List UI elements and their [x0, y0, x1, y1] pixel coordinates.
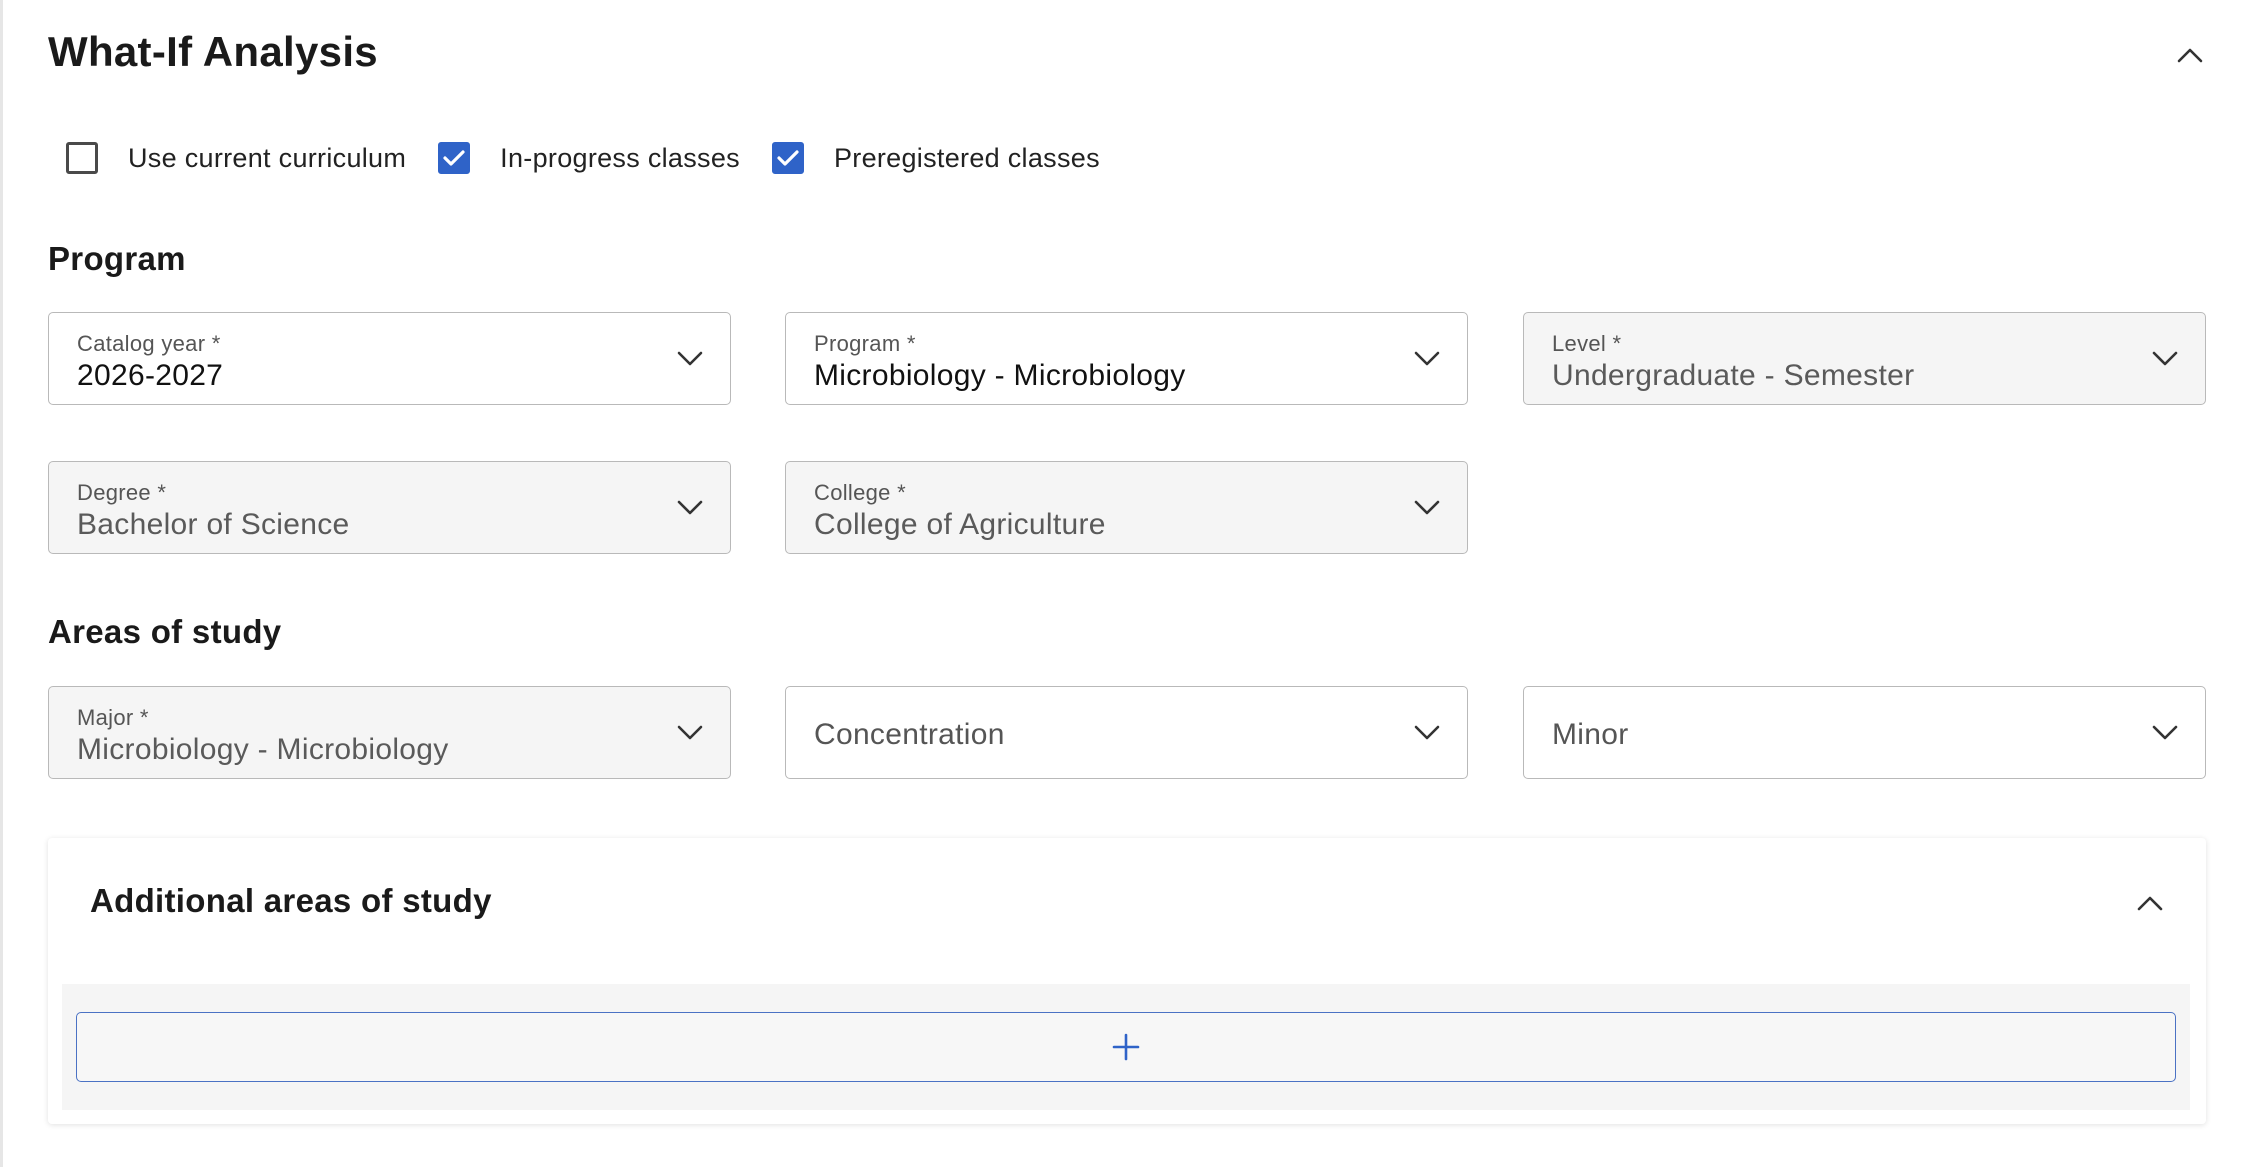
chevron-up-icon: [2177, 48, 2203, 63]
field-label: Level *: [1552, 331, 1622, 356]
minor-select[interactable]: Minor: [1523, 686, 2206, 779]
program-heading: Program: [48, 240, 186, 277]
chevron-down-icon: [1409, 490, 1445, 526]
checkbox-label: In-progress classes: [500, 142, 740, 173]
field-placeholder: Concentration: [814, 718, 1005, 751]
field-placeholder: Minor: [1552, 718, 1629, 751]
chevron-down-icon: [672, 490, 708, 526]
checkbox-label: Preregistered classes: [833, 142, 1100, 173]
field-value: Microbiology - Microbiology: [814, 359, 1186, 392]
level-select[interactable]: Level * Undergraduate - Semester: [1523, 312, 2206, 405]
major-select[interactable]: Major * Microbiology - Microbiology: [48, 686, 731, 779]
program-select[interactable]: Program * Microbiology - Microbiology: [785, 312, 1468, 405]
chevron-down-icon: [1409, 715, 1445, 751]
field-label: College *: [814, 480, 906, 505]
options-row: Use current curriculum In-progress class…: [66, 142, 1132, 174]
collapse-additional-button[interactable]: [2130, 886, 2170, 920]
chevron-down-icon: [2147, 341, 2183, 377]
catalog-year-select[interactable]: Catalog year * 2026-2027: [48, 312, 731, 405]
chevron-down-icon: [2147, 715, 2183, 751]
checkbox-label: Use current curriculum: [128, 142, 407, 173]
what-if-page: What-If Analysis Use current curriculum …: [0, 0, 2242, 1167]
checkmark-icon: [443, 150, 465, 166]
field-value: Undergraduate - Semester: [1552, 359, 1915, 392]
field-label: Catalog year *: [77, 331, 221, 356]
field-label: Program *: [814, 331, 916, 356]
use-current-curriculum-checkbox[interactable]: Use current curriculum: [66, 142, 406, 174]
checkbox-unchecked[interactable]: [66, 142, 98, 174]
field-value: Bachelor of Science: [77, 508, 350, 541]
chevron-up-icon: [2137, 896, 2163, 911]
field-value: Microbiology - Microbiology: [77, 733, 449, 766]
add-area-button[interactable]: [76, 1012, 2176, 1082]
page-title: What-If Analysis: [48, 28, 378, 75]
collapse-section-button[interactable]: [2170, 38, 2210, 72]
concentration-select[interactable]: Concentration: [785, 686, 1468, 779]
in-progress-classes-checkbox[interactable]: In-progress classes: [438, 142, 740, 174]
plus-icon: [1112, 1033, 1140, 1061]
field-label: Degree *: [77, 480, 167, 505]
degree-select[interactable]: Degree * Bachelor of Science: [48, 461, 731, 554]
field-value: College of Agriculture: [814, 508, 1106, 541]
chevron-down-icon: [672, 341, 708, 377]
chevron-down-icon: [672, 715, 708, 751]
left-divider: [0, 0, 3, 1167]
checkmark-icon: [777, 150, 799, 166]
field-value: 2026-2027: [77, 359, 224, 392]
field-label: Major *: [77, 705, 149, 730]
checkbox-checked[interactable]: [438, 142, 471, 174]
additional-areas-body: [62, 984, 2190, 1110]
additional-areas-title: Additional areas of study: [90, 882, 492, 919]
college-select[interactable]: College * College of Agriculture: [785, 461, 1468, 554]
areas-of-study-heading: Areas of study: [48, 613, 282, 650]
checkbox-checked[interactable]: [771, 142, 804, 174]
chevron-down-icon: [1409, 341, 1445, 377]
additional-areas-panel: Additional areas of study: [48, 838, 2206, 1124]
preregistered-classes-checkbox[interactable]: Preregistered classes: [771, 142, 1100, 174]
